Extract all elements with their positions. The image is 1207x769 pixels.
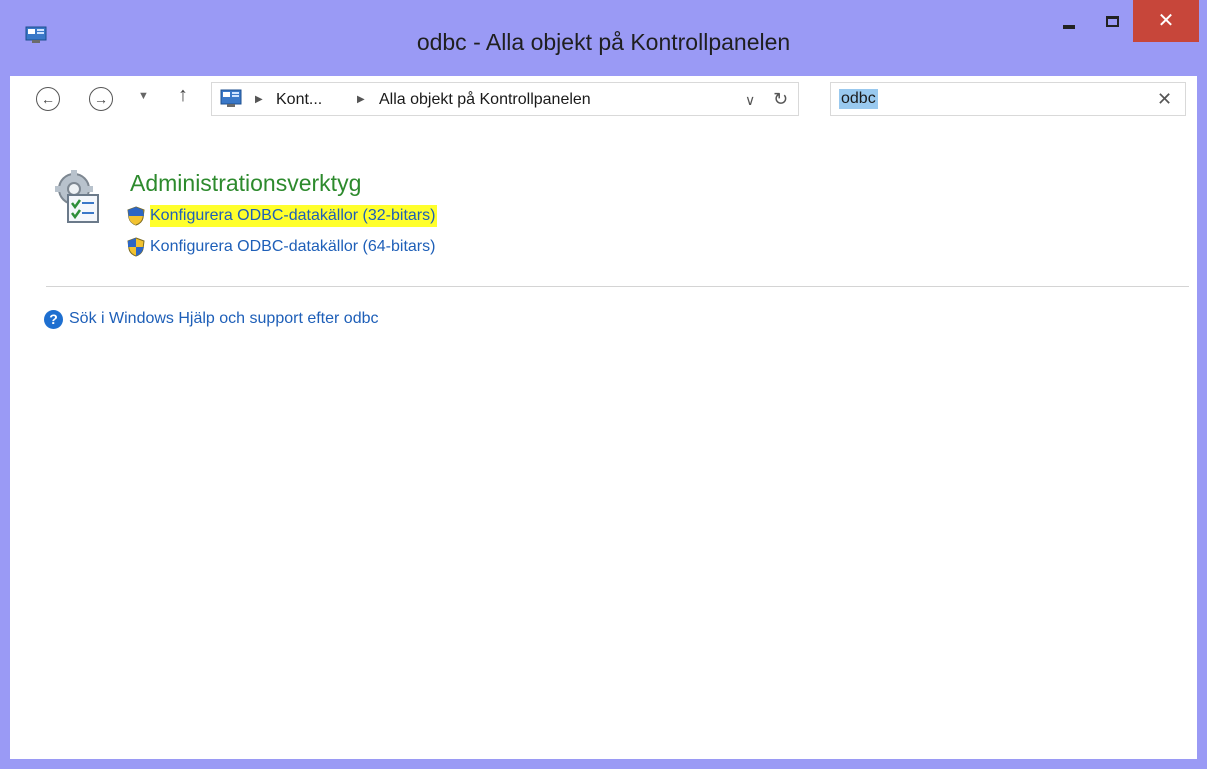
admin-tools-icon[interactable] (50, 169, 110, 227)
odbc-64-bit-link[interactable]: Konfigurera ODBC-datakällor (64-bitars) (150, 236, 435, 258)
help-search-row[interactable]: ? Sök i Windows Hjälp och support efter … (44, 307, 378, 331)
clear-search-icon[interactable]: ✕ (1157, 89, 1172, 109)
arrow-right-icon: → (94, 91, 108, 107)
task-row-odbc-64[interactable]: Konfigurera ODBC-datakällor (64-bitars) (126, 235, 435, 259)
title-bar[interactable]: odbc - Alla objekt på Kontrollpanelen ✕ (0, 0, 1207, 76)
close-button[interactable]: ✕ (1133, 0, 1199, 42)
results-pane: Administrationsverktyg Konfigurera ODBC-… (10, 126, 1197, 759)
search-query[interactable]: odbc (839, 89, 878, 109)
arrow-left-icon: ← (41, 91, 55, 107)
breadcrumb-separator-icon[interactable]: ▶ (255, 90, 263, 110)
back-button[interactable]: ← (36, 87, 60, 111)
section-divider (46, 286, 1189, 287)
navigation-bar: ← → ▼ ↑ ▶ Kont... ▶ Alla objekt på Kontr… (10, 76, 1197, 126)
up-button[interactable]: ↑ (178, 84, 188, 107)
uac-shield-icon (127, 206, 145, 226)
breadcrumb-all-items[interactable]: Alla objekt på Kontrollpanelen (379, 90, 591, 110)
close-icon: ✕ (1157, 10, 1175, 32)
breadcrumb-separator-icon[interactable]: ▶ (357, 90, 365, 110)
window-title: odbc - Alla objekt på Kontrollpanelen (416, 29, 791, 55)
address-history-dropdown[interactable]: ∨ (745, 90, 755, 110)
uac-shield-icon (127, 237, 145, 257)
help-icon: ? (44, 309, 63, 329)
address-bar[interactable]: ▶ Kont... ▶ Alla objekt på Kontrollpanel… (211, 82, 799, 116)
arrow-up-icon: ↑ (178, 84, 188, 106)
task-row-odbc-32[interactable]: Konfigurera ODBC-datakällor (32-bitars) (126, 204, 438, 228)
odbc-32-bit-link[interactable]: Konfigurera ODBC-datakällor (32-bitars) (150, 205, 438, 227)
help-search-link[interactable]: Sök i Windows Hjälp och support efter od… (69, 308, 378, 330)
maximize-button[interactable] (1089, 0, 1135, 42)
breadcrumb-control-panel[interactable]: Kont... (276, 90, 322, 110)
search-input[interactable]: odbc ✕ (830, 82, 1186, 116)
refresh-icon[interactable]: ↻ (773, 88, 788, 110)
forward-button[interactable]: → (89, 87, 113, 111)
control-panel-window: odbc - Alla objekt på Kontrollpanelen ✕ … (0, 0, 1207, 769)
minimize-icon (1063, 25, 1075, 29)
recent-locations-button[interactable]: ▼ (138, 90, 149, 102)
chevron-down-icon: ▼ (138, 90, 149, 102)
control-panel-icon (220, 89, 242, 107)
admin-tools-title-link[interactable]: Administrationsverktyg (130, 168, 361, 198)
maximize-icon (1105, 15, 1119, 27)
